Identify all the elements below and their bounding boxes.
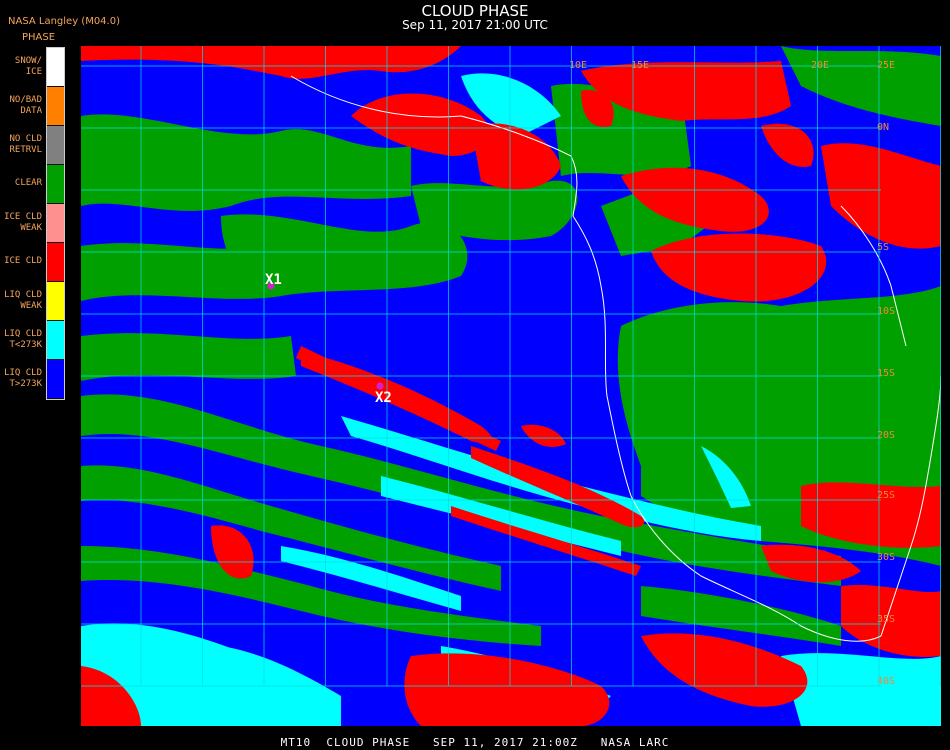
grid-label-top: 10E	[569, 60, 587, 71]
grid-label-right: 0N	[877, 122, 889, 133]
cloud-phase-map: 10E 15E 20E 25E 0N 5S 10S 15S 20S 25S 30…	[81, 46, 941, 726]
marker-x1-label: X1	[265, 272, 282, 288]
grid-label-top: 15E	[631, 60, 649, 71]
legend-swatch	[47, 282, 64, 321]
grid-label-right: 5S	[877, 242, 889, 253]
legend-swatch	[47, 48, 64, 87]
legend-title: PHASE	[22, 32, 56, 43]
legend-swatch	[47, 126, 64, 165]
legend-label: ICE CLD	[4, 256, 42, 266]
grid-label-right: 30S	[877, 552, 895, 563]
legend-color-bar	[46, 47, 65, 400]
grid-label-right: 10S	[877, 306, 895, 317]
grid-label-right: 20S	[877, 430, 895, 441]
legend-swatch	[47, 87, 64, 126]
marker-x1: X1	[265, 272, 282, 290]
grid-label-top: 25E	[877, 60, 895, 71]
marker-x2-label: X2	[375, 390, 392, 406]
marker-x2-dot	[376, 382, 384, 390]
grid-label-top: 20E	[811, 60, 829, 71]
legend-swatch	[47, 360, 64, 399]
page-subtitle: Sep 11, 2017 21:00 UTC	[402, 18, 548, 32]
grid-label-right: 15S	[877, 368, 895, 379]
legend-swatch	[47, 204, 64, 243]
legend-label: CLEAR	[14, 178, 42, 188]
legend-label: SNOW/ ICE	[14, 55, 42, 77]
grid-label-right: 25S	[877, 490, 895, 501]
legend-label: NO CLD RETRVL	[9, 133, 42, 155]
legend-swatch	[47, 165, 64, 204]
legend-label: LIQ CLD T<273K	[4, 328, 42, 350]
legend-label: LIQ CLD WEAK	[4, 289, 42, 311]
legend-swatch	[47, 243, 64, 282]
grid-label-right: 40S	[877, 676, 895, 687]
map-svg: 10E 15E 20E 25E 0N 5S 10S 15S 20S 25S 30…	[81, 46, 941, 726]
grid-label-right: 35S	[877, 614, 895, 625]
footer-caption: MT10 CLOUD PHASE SEP 11, 2017 21:00Z NAS…	[280, 736, 670, 749]
legend-label: ICE CLD WEAK	[4, 211, 42, 233]
legend-swatch	[47, 321, 64, 360]
legend-label: NO/BAD DATA	[9, 94, 42, 116]
legend-label: LIQ CLD T>273K	[4, 367, 42, 389]
